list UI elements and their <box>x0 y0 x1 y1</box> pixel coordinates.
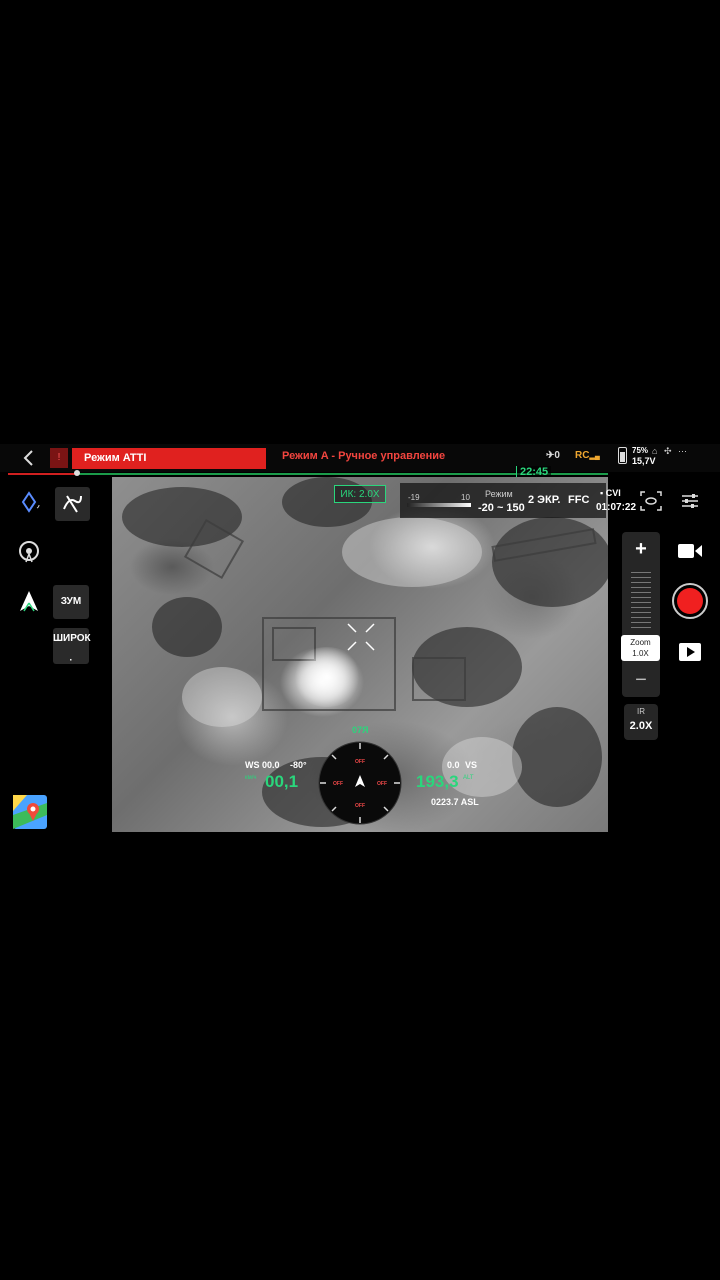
control-mode-label: Режим A - Ручное управление <box>282 450 446 462</box>
map-icon[interactable] <box>13 795 47 829</box>
rc-signal: RC▂▄ <box>575 450 600 461</box>
drone-gesture-icon <box>63 495 82 513</box>
recording-time: 01:07:22 <box>596 502 637 513</box>
storage-format: ▪ CVI <box>600 488 621 498</box>
home-icon: ⌂ <box>652 446 660 456</box>
wide-label: ШИРОК <box>53 633 91 644</box>
zoom-indicator[interactable]: Zoom 1.0X <box>621 635 660 661</box>
playback-icon[interactable] <box>679 643 701 661</box>
zoom-slider-track[interactable] <box>631 572 651 632</box>
temp-gradient-bar[interactable] <box>407 503 471 507</box>
header-icons: ⌂ ✣ ⋯ <box>652 446 689 457</box>
temp-mode-label: Режим <box>485 489 513 499</box>
waypoint-icon[interactable] <box>20 491 42 513</box>
vertical-speed: 0.0 <box>447 760 460 770</box>
navigation-arrow-icon[interactable] <box>16 589 42 615</box>
off-label-n: OFF <box>355 759 365 765</box>
drone-icon: ✣ <box>663 446 674 456</box>
battery-percent: 75% <box>632 446 649 455</box>
altitude-label: ALT <box>463 775 474 781</box>
screens-button[interactable]: 2 ЭКР. <box>528 494 560 506</box>
off-label-w: OFF <box>333 781 343 787</box>
target-lock-icon[interactable] <box>17 540 41 564</box>
vertical-speed-label: VS <box>465 760 478 770</box>
ir-zoom-value: 2.0X <box>629 720 653 732</box>
cvi-label: CVI <box>605 488 621 498</box>
off-label-s: OFF <box>355 803 365 809</box>
ar-view-icon[interactable] <box>640 491 662 511</box>
wide-camera-button[interactable]: ШИРОК · <box>53 628 91 666</box>
zoom-in-button[interactable]: + <box>622 535 660 563</box>
signal-bars-icon: ▂▄ <box>589 453 600 460</box>
chevron-left-icon <box>23 450 33 466</box>
gps-count: 0 <box>554 450 560 461</box>
gimbal-pitch: -80° <box>290 760 307 770</box>
sd-card-icon: ▪ <box>600 488 604 498</box>
ir-label: IR <box>637 707 645 716</box>
more-icon[interactable]: ⋯ <box>678 446 689 456</box>
altitude: 193,3 <box>416 772 459 791</box>
flight-progress-alert <box>8 473 78 475</box>
zoom-camera-button[interactable]: ЗУМ <box>53 585 89 619</box>
temp-max: 10 <box>461 493 470 502</box>
flight-mode-banner[interactable]: Режим ATTI <box>72 448 266 469</box>
battery-voltage: 15,7V <box>632 456 656 466</box>
off-label-e: OFF <box>377 781 387 787</box>
rc-label: RC <box>575 450 590 461</box>
temp-range[interactable]: -20 ~ 150 <box>478 502 525 514</box>
horizontal-speed: 00,1 <box>265 772 299 791</box>
record-button[interactable] <box>672 583 708 619</box>
gesture-button[interactable] <box>55 487 90 521</box>
back-button[interactable] <box>18 447 40 469</box>
ir-zoom-tag: ИК: 2.0X <box>334 485 386 503</box>
sliders-icon[interactable] <box>680 491 700 511</box>
zoom-title: Zoom <box>630 638 651 647</box>
zoom-out-button[interactable]: − <box>622 666 660 694</box>
temp-min: -19 <box>408 493 420 502</box>
video-mode-icon[interactable] <box>677 542 703 560</box>
crosshair-reticle <box>347 623 375 651</box>
wind-speed: WS 00.0 <box>245 760 280 770</box>
compass-attitude-indicator[interactable]: OFF OFF OFF OFF <box>318 741 402 825</box>
warning-icon[interactable]: ! <box>50 448 68 468</box>
battery-icon <box>618 447 627 464</box>
gps-status: ✈︎0 <box>546 450 560 461</box>
altitude-asl: 0223.7 ASL <box>431 797 479 807</box>
ffc-button[interactable]: FFC <box>568 494 589 506</box>
zoom-value: 1.0X <box>632 649 649 658</box>
flight-progress-knob[interactable] <box>74 470 80 476</box>
dot-indicator: · <box>69 655 73 666</box>
speed-unit: км/ч <box>245 775 257 781</box>
heading-readout: 07Я <box>352 725 369 735</box>
